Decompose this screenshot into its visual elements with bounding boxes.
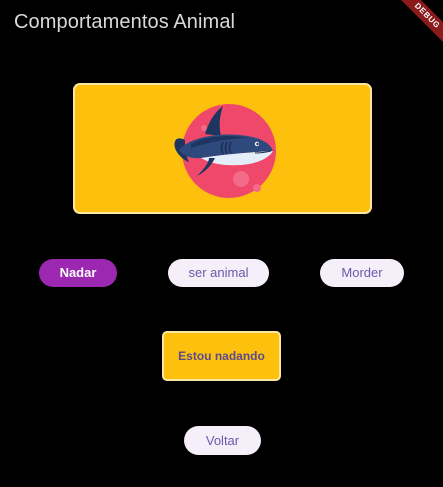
- app-title: Comportamentos Animal: [14, 11, 236, 33]
- shark-icon: [174, 104, 276, 198]
- animal-image-card: [73, 83, 372, 214]
- swim-button[interactable]: Nadar: [39, 259, 117, 287]
- bite-button[interactable]: Morder: [320, 259, 404, 287]
- status-message: Estou nadando: [162, 331, 281, 381]
- app-bar: Comportamentos Animal: [0, 0, 443, 48]
- action-button-row: Nadar ser animal Morder: [0, 258, 443, 288]
- be-animal-button[interactable]: ser animal: [168, 259, 269, 287]
- back-button[interactable]: Voltar: [184, 426, 261, 455]
